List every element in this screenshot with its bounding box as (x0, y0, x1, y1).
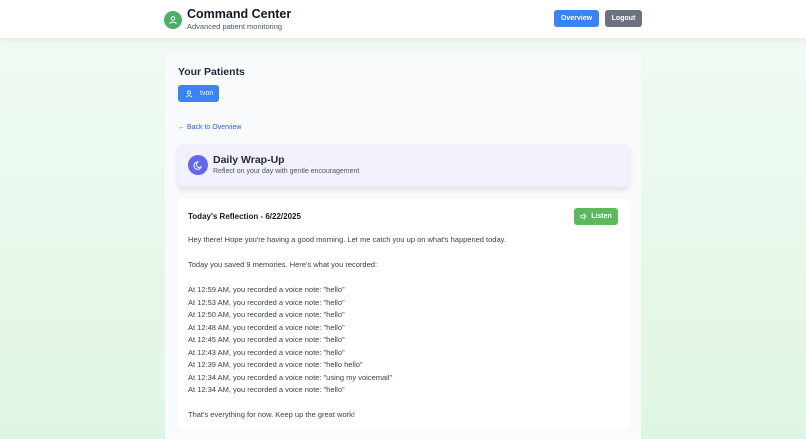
speaker-icon (580, 213, 587, 220)
patient-chip-tvon[interactable]: tvon (178, 85, 219, 102)
memory-entry: At 12:34 AM, you recorded a voice note: … (188, 385, 345, 394)
wrapup-subtitle: Reflect on your day with gentle encourag… (213, 168, 360, 175)
patient-name: tvon (200, 90, 214, 97)
reflection-card: Today's Reflection - 6/22/2025 Listen He… (178, 199, 629, 429)
memory-entry: At 12:50 AM, you recorded a voice note: … (188, 310, 345, 319)
reflection-summary: Today you saved 9 memories. Here's what … (188, 260, 378, 269)
memory-entry: At 12:59 AM, you recorded a voice note: … (188, 285, 345, 294)
reflection-closing: That's everything for now. Keep up the g… (188, 410, 355, 419)
moon-icon (188, 155, 208, 175)
memory-entry: At 12:53 AM, you recorded a voice note: … (188, 297, 345, 307)
reflection-title: Today's Reflection - 6/22/2025 (188, 212, 301, 221)
app-subtitle: Advanced patient monitoring (187, 22, 283, 31)
user-icon (185, 90, 193, 98)
patients-heading: Your Patients (178, 66, 245, 78)
user-icon (164, 10, 182, 29)
reflection-body: Hey there! Hope you're having a good mor… (188, 234, 618, 422)
brand: Command Center Advanced patient monitori… (164, 7, 291, 32)
listen-button[interactable]: Listen (574, 208, 618, 225)
listen-label: Listen (591, 213, 612, 220)
reflection-greeting: Hey there! Hope you're having a good mor… (188, 235, 506, 244)
memory-entry: At 12:43 AM, you recorded a voice note: … (188, 347, 345, 357)
memory-entry: At 12:34 AM, you recorded a voice note: … (188, 372, 393, 382)
memory-entry: At 12:48 AM, you recorded a voice note: … (188, 322, 345, 332)
memory-entry: At 12:39 AM, you recorded a voice note: … (188, 360, 363, 369)
overview-button[interactable]: Overview (554, 10, 599, 27)
back-to-overview-link[interactable]: ← Back to Overview (178, 124, 241, 131)
logout-button[interactable]: Logout (605, 10, 642, 27)
memory-entry: At 12:45 AM, you recorded a voice note: … (188, 335, 345, 344)
app-title: Command Center (187, 7, 292, 21)
daily-wrapup-card: Daily Wrap-Up Reflect on your day with g… (178, 144, 629, 187)
top-nav-bar: Command Center Advanced patient monitori… (0, 0, 806, 38)
wrapup-title: Daily Wrap-Up (213, 154, 285, 166)
